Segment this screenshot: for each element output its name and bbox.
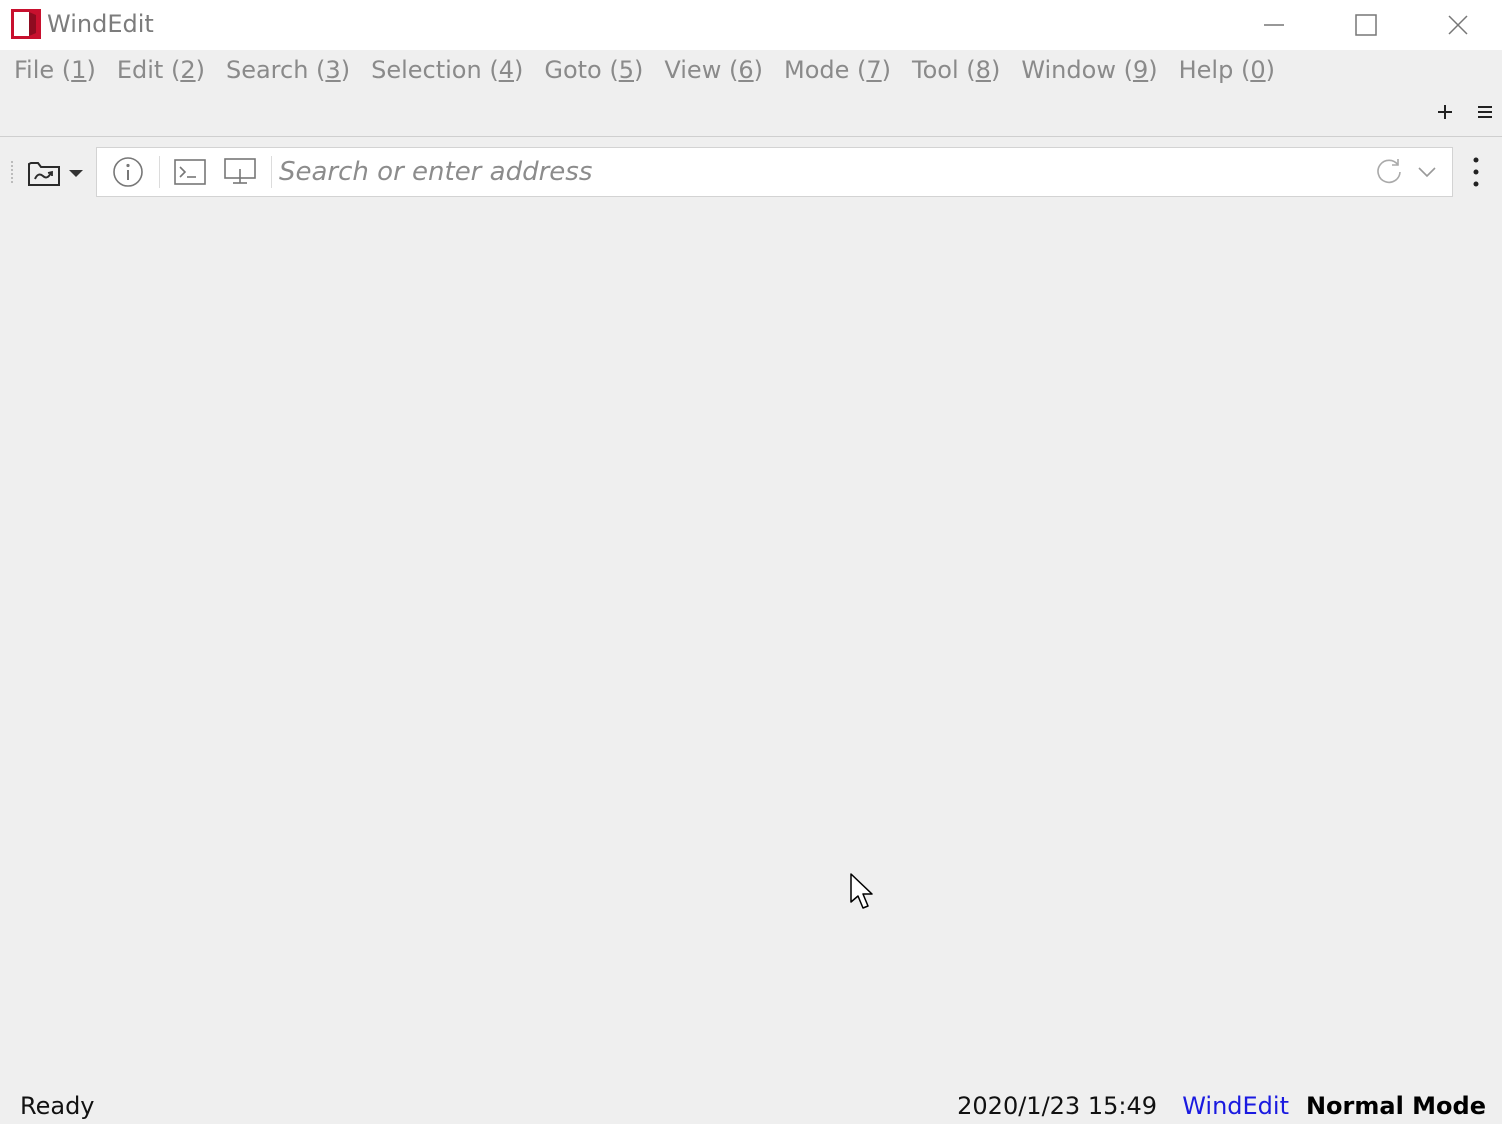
new-tab-button[interactable]	[1431, 98, 1459, 126]
folder-refresh-icon	[28, 162, 60, 186]
terminal-button[interactable]	[173, 155, 207, 189]
status-ready: Ready	[20, 1092, 95, 1120]
plus-icon	[1438, 105, 1452, 119]
address-bar	[96, 147, 1453, 197]
terminal-icon	[174, 159, 206, 185]
menu-search[interactable]: Search (3)	[226, 50, 350, 90]
menu-help-label: Help	[1178, 56, 1234, 84]
close-button[interactable]	[1412, 0, 1502, 50]
reload-icon	[1377, 159, 1401, 184]
app-logo-icon	[11, 9, 41, 39]
menu-edit-label: Edit	[116, 56, 164, 84]
menu-tool-key: 8	[975, 56, 991, 84]
caret-down-icon	[69, 170, 83, 177]
hamburger-icon	[1478, 106, 1492, 118]
menu-mode[interactable]: Mode (7)	[784, 50, 891, 90]
menu-view-key: 6	[738, 56, 754, 84]
title-bar[interactable]: WindEdit	[0, 0, 1502, 50]
toolbar-grip[interactable]	[10, 160, 14, 184]
menu-edit[interactable]: Edit (2)	[117, 50, 205, 90]
menu-view[interactable]: View (6)	[664, 50, 763, 90]
separator	[271, 156, 272, 188]
info-icon	[113, 157, 143, 187]
more-vertical-icon	[1473, 157, 1479, 187]
menu-goto[interactable]: Goto (5)	[544, 50, 643, 90]
menu-bar: File (1) Edit (2) Search (3) Selection (…	[0, 50, 1502, 90]
info-button[interactable]	[111, 155, 145, 189]
more-options-button[interactable]	[1462, 152, 1490, 192]
status-app-link[interactable]: WindEdit	[1182, 1090, 1289, 1122]
menu-help[interactable]: Help (0)	[1179, 50, 1275, 90]
reload-button[interactable]	[1372, 155, 1406, 189]
menu-window[interactable]: Window (9)	[1021, 50, 1157, 90]
folder-dropdown-button[interactable]	[24, 150, 90, 196]
maximize-button[interactable]	[1320, 0, 1412, 50]
status-mode[interactable]: Normal Mode	[1306, 1090, 1486, 1122]
menu-goto-key: 5	[618, 56, 634, 84]
editor-area[interactable]	[0, 205, 1502, 1085]
chevron-down-icon	[1418, 167, 1436, 178]
close-icon	[1448, 15, 1468, 35]
menu-edit-key: 2	[180, 56, 196, 84]
menu-file-label: File	[14, 56, 55, 84]
menu-tool[interactable]: Tool (8)	[912, 50, 1000, 90]
minimize-button[interactable]	[1228, 0, 1320, 50]
maximize-icon	[1355, 14, 1377, 36]
menu-tool-label: Tool	[912, 56, 959, 84]
address-history-button[interactable]	[1410, 155, 1444, 189]
monitor-icon	[224, 158, 256, 184]
menu-mode-key: 7	[866, 56, 882, 84]
status-bar: Ready 2020/1/23 15:49 WindEdit Normal Mo…	[0, 1088, 1502, 1124]
window-title: WindEdit	[47, 10, 154, 38]
remote-button[interactable]	[223, 155, 257, 189]
tab-list-button[interactable]	[1471, 98, 1499, 126]
minimize-icon	[1264, 24, 1284, 26]
menu-search-key: 3	[325, 56, 341, 84]
address-input[interactable]	[279, 154, 1359, 190]
separator	[159, 156, 160, 188]
menu-selection-key: 4	[498, 56, 514, 84]
menu-file-key: 1	[71, 56, 87, 84]
menu-search-label: Search	[225, 56, 309, 84]
menu-selection[interactable]: Selection (4)	[371, 50, 523, 90]
menu-mode-label: Mode	[783, 56, 850, 84]
menu-window-key: 9	[1132, 56, 1149, 84]
menu-goto-label: Goto	[544, 56, 602, 84]
menu-selection-label: Selection	[371, 56, 482, 84]
menu-window-label: Window	[1021, 56, 1116, 84]
tab-strip	[0, 90, 1502, 137]
menu-help-key: 0	[1250, 56, 1266, 84]
menu-view-label: View	[664, 56, 722, 84]
menu-file[interactable]: File (1)	[14, 50, 96, 90]
status-datetime: 2020/1/23 15:49	[957, 1092, 1157, 1120]
